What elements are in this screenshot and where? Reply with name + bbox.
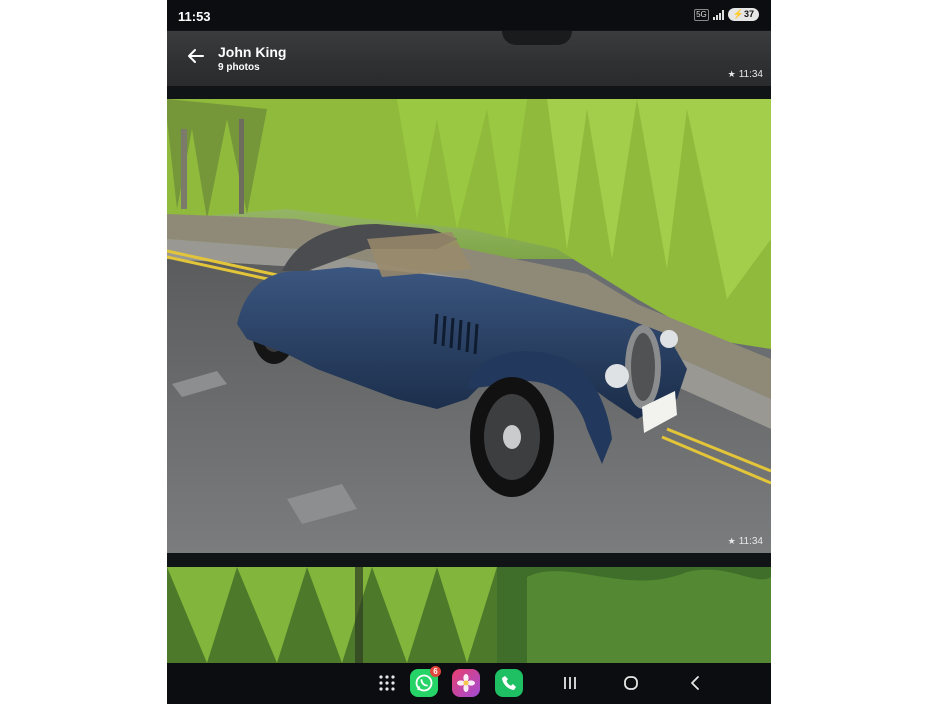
whatsapp-icon[interactable]: 6 — [410, 666, 441, 697]
photo-count: 9 photos — [218, 62, 260, 73]
battery-level: 37 — [743, 9, 754, 19]
photo-2-timestamp: ★ 11:34 — [728, 536, 763, 547]
gallery-header: John King 9 photos — [167, 31, 771, 86]
network-type-badge: 5G — [694, 8, 709, 21]
back-arrow-icon[interactable] — [185, 45, 207, 67]
flower-glyph-icon — [457, 674, 475, 692]
gallery-flower-icon[interactable] — [452, 669, 480, 697]
status-bar: 11:53 5G ⚡37 — [167, 0, 771, 30]
app-drawer-icon[interactable] — [373, 669, 401, 697]
status-icons: 5G ⚡37 — [694, 8, 759, 21]
photo-2[interactable]: ★ 11:34 — [167, 99, 771, 553]
phone-glyph-icon — [502, 676, 516, 690]
whatsapp-notification-badge: 6 — [430, 666, 441, 677]
whatsapp-glyph-icon — [415, 674, 433, 692]
back-icon[interactable] — [681, 669, 709, 697]
photo-2-image — [167, 99, 771, 553]
home-icon[interactable] — [617, 669, 645, 697]
photo-2-time: 11:34 — [738, 536, 763, 547]
contact-name: John King — [218, 44, 287, 60]
phone-icon[interactable] — [495, 669, 523, 697]
photo-3[interactable] — [167, 567, 771, 663]
signal-icon — [712, 9, 724, 20]
status-time: 11:53 — [178, 9, 211, 24]
navigation-bar: 6 — [167, 663, 771, 704]
star-icon: ★ — [727, 536, 736, 546]
recents-icon[interactable] — [556, 669, 584, 697]
phone-screen: 11:53 5G ⚡37 ★ 11:34 John King 9 photos — [167, 0, 771, 704]
photo-3-image — [167, 567, 771, 663]
battery-icon: ⚡37 — [727, 8, 759, 21]
